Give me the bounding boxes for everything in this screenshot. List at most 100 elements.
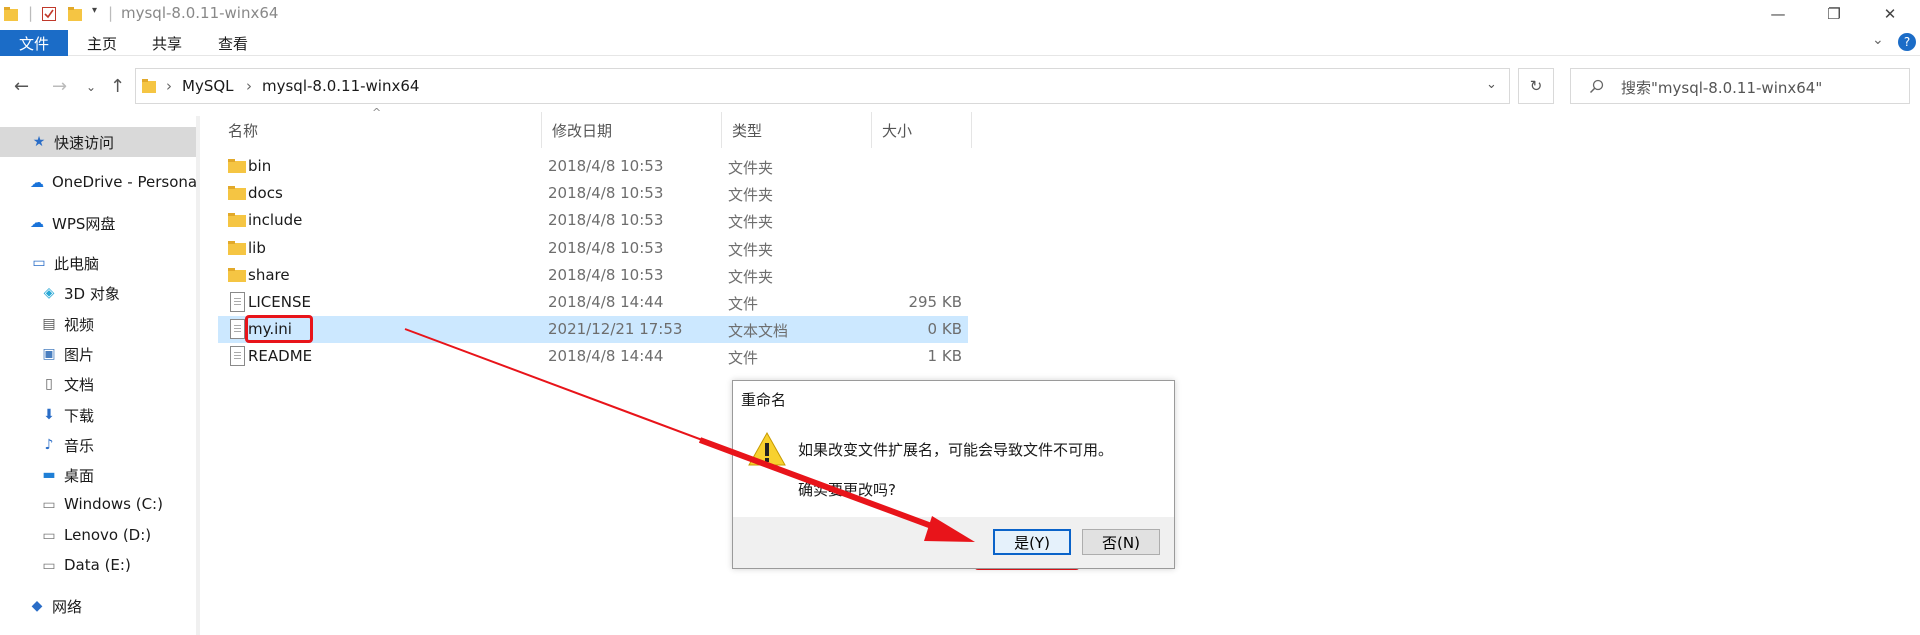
sidebar-item[interactable]: ▤ 视频 — [0, 309, 196, 339]
sidebar-item-label: 音乐 — [64, 437, 95, 455]
sidebar-item[interactable]: ★ 快速访问 — [0, 127, 196, 157]
customize-quick-access-icon[interactable]: ▾ — [92, 5, 97, 16]
file-date: 2018/4/8 10:53 — [548, 211, 664, 230]
tab-file[interactable]: 文件 — [0, 30, 68, 56]
file-row[interactable]: README 2018/4/8 14:44 文件 1 KB — [218, 343, 968, 370]
file-row[interactable]: share 2018/4/8 10:53 文件夹 — [218, 262, 968, 289]
sidebar-item-label: OneDrive - Personal — [52, 173, 196, 191]
sidebar-item[interactable]: ⬇ 下载 — [0, 400, 196, 430]
cloud-icon: ☁ — [30, 175, 44, 191]
file-name: include — [248, 211, 303, 230]
file-icon — [230, 292, 245, 312]
sidebar-item-label: 快速访问 — [54, 134, 115, 152]
file-size: 295 KB — [908, 293, 962, 311]
sidebar-item-label: 视频 — [64, 316, 95, 334]
file-name: share — [248, 265, 290, 284]
folder-icon — [228, 213, 246, 228]
file-size: 1 KB — [927, 347, 962, 366]
up-button[interactable]: ↑ — [110, 76, 125, 97]
sidebar-item[interactable]: ▭ Windows (C:) — [0, 490, 196, 520]
separator: | — [108, 4, 114, 22]
expand-ribbon-icon[interactable]: ⌄ — [1872, 32, 1884, 48]
computer-icon: ▭ — [32, 255, 46, 271]
sidebar-item-label: 此电脑 — [54, 255, 100, 273]
tab-view[interactable]: 查看 — [213, 30, 253, 56]
column-header-date[interactable]: 修改日期 — [542, 112, 722, 148]
sidebar-item[interactable]: ▭ 此电脑 — [0, 248, 196, 278]
refresh-button[interactable]: ↻ — [1518, 68, 1554, 104]
maximize-button[interactable]: ❐ — [1806, 0, 1862, 28]
breadcrumb-current[interactable]: mysql-8.0.11-winx64 — [262, 77, 419, 95]
file-icon — [230, 346, 245, 367]
file-row[interactable]: lib 2018/4/8 10:53 文件夹 — [218, 235, 968, 262]
sort-ascending-icon: ^ — [372, 106, 382, 119]
file-date: 2018/4/8 10:53 — [548, 238, 664, 257]
navigation-bar: ← → ⌄ ↑ › MySQL › mysql-8.0.11-winx64 ⌄ … — [0, 62, 1920, 110]
music-icon: ♪ — [44, 437, 54, 453]
sidebar-item[interactable]: ☁ WPS网盘 — [0, 208, 196, 238]
folder-icon — [142, 79, 156, 93]
sidebar-item[interactable]: ♪ 音乐 — [0, 430, 196, 460]
yes-button[interactable]: 是(Y) — [993, 529, 1071, 555]
file-row[interactable]: bin 2018/4/8 10:53 文件夹 — [218, 153, 968, 180]
column-header-size[interactable]: 大小 — [872, 112, 972, 148]
sidebar-item-label: 桌面 — [64, 467, 95, 485]
recent-locations-icon[interactable]: ⌄ — [86, 80, 96, 94]
back-button[interactable]: ← — [14, 76, 29, 97]
folder-icon — [228, 186, 246, 201]
sidebar-item[interactable]: ▭ Lenovo (D:) — [0, 521, 196, 551]
file-date: 2018/4/8 10:53 — [548, 265, 664, 284]
forward-button[interactable]: → — [52, 76, 67, 97]
file-row[interactable]: my.ini 2021/12/21 17:53 文本文档 0 KB — [218, 316, 968, 344]
search-icon — [1589, 79, 1604, 94]
desktop-icon: ▬ — [42, 467, 56, 483]
breadcrumb-mysql[interactable]: MySQL — [182, 77, 234, 95]
rename-dialog: 重命名 如果改变文件扩展名，可能会导致文件不可用。 确实要更改吗? 是(Y) 否… — [732, 380, 1175, 569]
breadcrumb-separator-icon[interactable]: › — [246, 77, 252, 95]
new-folder-icon[interactable] — [68, 6, 82, 22]
tab-home[interactable]: 主页 — [82, 30, 122, 56]
sidebar-item[interactable]: ▭ Data (E:) — [0, 551, 196, 581]
sidebar-item[interactable]: ◈ 3D 对象 — [0, 278, 196, 308]
sidebar-item-label: Windows (C:) — [64, 495, 163, 513]
help-icon[interactable]: ? — [1898, 33, 1916, 51]
annotation-box-my-ini — [245, 315, 313, 343]
file-row[interactable]: LICENSE 2018/4/8 14:44 文件 295 KB — [218, 289, 968, 316]
file-row[interactable]: docs 2018/4/8 10:53 文件夹 — [218, 180, 968, 207]
column-header-type[interactable]: 类型 — [722, 112, 872, 148]
sidebar-item[interactable]: ◆ 网络 — [0, 591, 196, 621]
cube-icon: ◈ — [43, 285, 55, 301]
sidebar-item[interactable]: ▬ 桌面 — [0, 460, 196, 490]
drive-icon: ▭ — [42, 528, 56, 544]
file-type: 文件夹 — [728, 267, 774, 286]
properties-icon[interactable] — [42, 6, 56, 22]
file-size: 0 KB — [927, 320, 962, 339]
tab-share[interactable]: 共享 — [147, 30, 187, 56]
file-date: 2018/4/8 14:44 — [548, 293, 664, 311]
file-name: README — [248, 347, 313, 366]
minimize-button[interactable]: — — [1750, 0, 1806, 28]
dialog-title: 重命名 — [741, 391, 787, 409]
file-type: 文件 — [728, 295, 759, 313]
folder-icon — [228, 267, 246, 282]
address-dropdown-icon[interactable]: ⌄ — [1486, 77, 1497, 92]
close-button[interactable]: ✕ — [1862, 0, 1918, 28]
file-type: 文件夹 — [728, 240, 774, 259]
file-name: lib — [248, 238, 266, 257]
ribbon-tabs: 文件 主页 共享 查看 ⌄ ? — [0, 30, 1920, 56]
download-icon: ⬇ — [43, 407, 55, 423]
sidebar-item[interactable]: ☁ OneDrive - Personal — [0, 168, 196, 198]
address-bar[interactable]: › MySQL › mysql-8.0.11-winx64 ⌄ — [135, 68, 1510, 104]
folder-icon — [4, 7, 18, 21]
navigation-pane-scrollbar[interactable] — [196, 116, 200, 635]
search-input[interactable]: 搜索"mysql-8.0.11-winx64" — [1621, 77, 1822, 98]
picture-icon: ▣ — [42, 346, 56, 362]
sidebar-item[interactable]: ▣ 图片 — [0, 339, 196, 369]
file-type: 文件夹 — [728, 186, 774, 205]
breadcrumb-separator-icon[interactable]: › — [166, 77, 172, 95]
search-box[interactable]: 搜索"mysql-8.0.11-winx64" — [1570, 68, 1910, 104]
sidebar-item[interactable]: ▯ 文档 — [0, 369, 196, 399]
no-button[interactable]: 否(N) — [1082, 529, 1160, 555]
dialog-question: 确实要更改吗? — [798, 481, 896, 499]
file-row[interactable]: include 2018/4/8 10:53 文件夹 — [218, 207, 968, 234]
